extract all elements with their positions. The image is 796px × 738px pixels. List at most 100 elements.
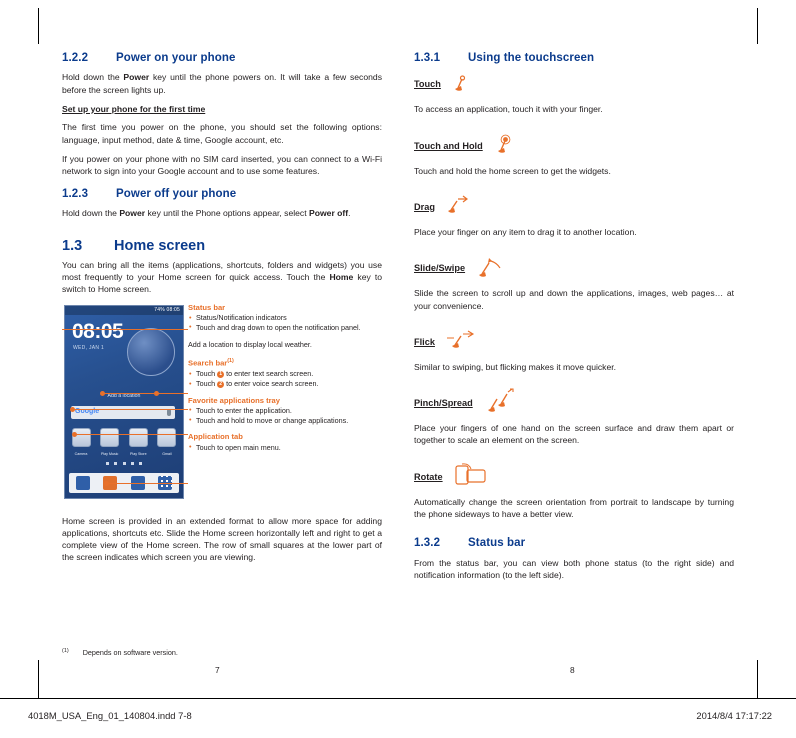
- gesture-name: Touch and Hold: [414, 140, 483, 151]
- gesture-pinch-spread: Pinch/Spread: [414, 388, 734, 417]
- power-key-bold: Power: [123, 72, 150, 83]
- app-square-icon: [157, 427, 177, 447]
- home-key-bold: Home: [329, 272, 354, 282]
- footnote-marker: (1): [62, 648, 69, 654]
- phone-status-bar: 74% 08:05: [65, 305, 183, 315]
- paragraph-first-power-on: The first time you power on the phone, y…: [62, 122, 382, 145]
- footnote-ref: (1): [227, 358, 234, 365]
- heading-1-2-3-number: 1.2.3: [62, 187, 89, 200]
- paragraph-no-sim: If you power on your phone with no SIM c…: [62, 154, 382, 177]
- gesture-drag: Drag: [414, 194, 734, 220]
- gesture-name: Drag: [414, 201, 435, 212]
- heading-1-3-2: 1.3.2 Status bar: [414, 537, 734, 549]
- heading-1-2-2-title: Power on your phone: [116, 52, 236, 64]
- rotate-icon: [453, 463, 487, 490]
- gesture-rotate-desc: Automatically change the screen orientat…: [414, 496, 734, 520]
- heading-1-3: 1.3 Home screen: [62, 238, 382, 255]
- leader-line-status: [62, 328, 188, 330]
- microphone-icon[interactable]: [167, 408, 171, 416]
- touch-icon: [451, 72, 473, 97]
- paragraph-status-bar: From the status bar, you can view both p…: [414, 557, 734, 581]
- page-number-left: 7: [215, 665, 220, 675]
- power-off-pre: Hold down the: [62, 208, 120, 218]
- heading-1-3-1-number: 1.3.1: [414, 52, 441, 64]
- callout-item: Touch and hold to move or change applica…: [188, 415, 382, 425]
- callout-item-pre: Touch: [196, 369, 218, 379]
- power-off-post: .: [348, 208, 351, 218]
- callout-item: Status/Notification indicators: [188, 312, 382, 322]
- flick-icon: [445, 329, 477, 354]
- page-dot: [122, 461, 126, 465]
- callout-title: Favorite applications tray: [188, 395, 280, 405]
- callout-status-bar: Status bar Status/Notification indicator…: [188, 303, 382, 333]
- pinch-spread-icon: [483, 388, 517, 417]
- touch-and-hold-icon: [493, 133, 519, 158]
- crop-mark-bottom-left: [38, 660, 39, 698]
- gesture-slide-swipe: Slide/Swipe: [414, 255, 734, 281]
- phone-search-bar[interactable]: Google: [71, 405, 175, 419]
- gesture-touch-and-hold-desc: Touch and hold the home screen to get th…: [414, 165, 611, 176]
- footnote-text: Depends on software version.: [82, 648, 178, 658]
- heading-1-2-3: 1.2.3 Power off your phone: [62, 188, 382, 200]
- power-key-bold-2: Power: [119, 208, 146, 218]
- phone-icon[interactable]: [75, 475, 90, 490]
- callout-item-pre: Touch: [196, 379, 218, 389]
- heading-1-2-2: 1.2.2 Power on your phone: [62, 52, 382, 64]
- gesture-name: Rotate: [414, 471, 443, 482]
- callout-favorite-tray: Favorite applications tray Touch to ente…: [188, 396, 382, 426]
- footnote: (1) Depends on software version.: [62, 648, 178, 657]
- leader-line: [106, 482, 188, 484]
- subheading-setup-first-time: Set up your phone for the first time: [62, 104, 206, 114]
- page-dot: [130, 461, 134, 465]
- gesture-name: Touch: [414, 79, 441, 90]
- callout-item: Touch and drag down to open the notifica…: [188, 322, 382, 332]
- gesture-flick-desc: Similar to swiping, but flicking makes i…: [414, 361, 617, 372]
- leader-line: [156, 392, 188, 394]
- callout-add-location: Add a location to display local weather.: [188, 340, 312, 350]
- gesture-pinch-spread-desc: Place your fingers of one hand on the sc…: [414, 423, 734, 446]
- gesture-drag-desc: Place your finger on any item to drag it…: [414, 227, 637, 237]
- heading-1-2-3-title: Power off your phone: [116, 187, 237, 200]
- phone-add-location-label: Add a location: [107, 392, 141, 399]
- phone-mockup: 74% 08:05 08:05 WED, JAN 1 Add a locatio…: [64, 304, 184, 499]
- heading-1-2-2-number: 1.2.2: [62, 52, 89, 64]
- heading-1-3-title: Home screen: [114, 238, 206, 255]
- paragraph-power-off: Hold down the Power key until the Phone …: [62, 207, 382, 219]
- power-off-bold: Power off: [309, 208, 349, 218]
- paragraph-home-screen-intro: You can bring all the items (application…: [62, 259, 382, 296]
- app-square-icon: [128, 427, 148, 447]
- right-page-column: 1.3.1 Using the touchscreen Touch To acce…: [414, 52, 734, 588]
- gesture-name: Flick: [414, 336, 435, 347]
- callout-title: Status bar: [188, 302, 226, 312]
- heading-1-3-1-title: Using the touchscreen: [468, 52, 595, 64]
- heading-1-3-1: 1.3.1 Using the touchscreen: [414, 52, 734, 64]
- callout-item: Touch to enter the application.: [188, 405, 382, 415]
- callout-item-post: to enter text search screen.: [224, 369, 314, 379]
- callout-item: Touch to open main menu.: [188, 442, 382, 452]
- callout-title: Search bar(1): [188, 357, 382, 368]
- gesture-slide-swipe-desc: Slide the screen to scroll up and down t…: [414, 288, 734, 311]
- callout-application-tab: Application tab Touch to open main menu.: [188, 432, 382, 452]
- app-square-icon: [100, 427, 120, 447]
- drag-icon: [445, 194, 473, 219]
- callout-title: Application tab: [188, 432, 243, 442]
- page-dot: [105, 461, 109, 465]
- gesture-touch: Touch: [414, 71, 734, 97]
- gesture-touch-and-hold: Touch and Hold: [414, 133, 734, 159]
- slide-swipe-icon: [475, 255, 505, 282]
- left-page-column: 1.2.2 Power on your phone Hold down the P…: [62, 52, 382, 571]
- callout-item-post: to enter voice search screen.: [224, 379, 319, 389]
- heading-1-3-2-title: Status bar: [468, 537, 526, 550]
- callout-item: Touch 2 to enter voice search screen.: [188, 379, 382, 389]
- power-off-mid: key until the Phone options appear, sele…: [145, 208, 309, 218]
- heading-1-3-2-number: 1.3.2: [414, 537, 441, 550]
- callout-item: Touch 1 to enter text search screen.: [188, 369, 382, 379]
- app-square-icon: [71, 427, 91, 447]
- illustration-callouts: Status bar Status/Notification indicator…: [188, 303, 382, 460]
- leader-line: [72, 408, 188, 410]
- paragraph-power-on: Hold down the Power key until the phone …: [62, 71, 382, 96]
- paragraph-extended-home: Home screen is provided in an extended f…: [62, 515, 382, 563]
- page-dot: [139, 461, 143, 465]
- page-dot: [114, 461, 118, 465]
- power-on-pre: Hold down the: [62, 72, 124, 83]
